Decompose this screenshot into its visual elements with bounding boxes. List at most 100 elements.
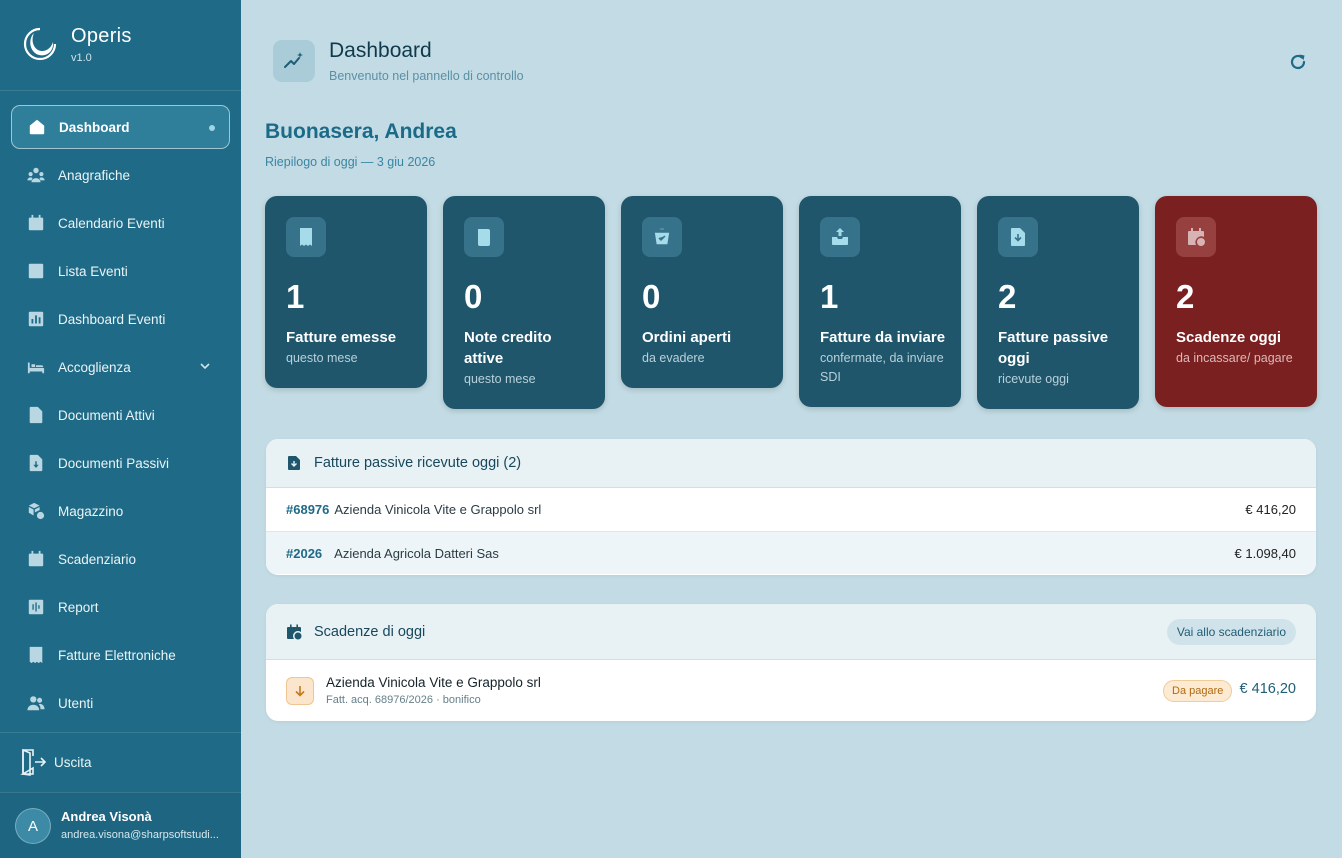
app-name: Operis [71,25,132,47]
card-label: Note credito attive [464,329,552,367]
table-row[interactable]: #68976 Azienda Vinicola Vite e Grappolo … [266,488,1316,531]
arrow-down-icon [286,677,314,705]
sidebar-item-report[interactable]: Report [11,585,230,629]
invoice-number: #68976 [286,502,330,517]
card-label: Fatture da inviare [820,329,946,346]
card-label: Fatture emesse [286,329,397,346]
users-icon [27,694,45,712]
card-value: 0 [464,278,483,315]
due-description: Fatt. acq. 68976/2026 · bonifico [326,694,481,706]
calendar-icon [27,214,45,232]
page-title: Dashboard [329,39,432,62]
bed-icon [27,358,45,376]
card-note-credito[interactable]: 0 Note credito attive questo mese [443,196,605,409]
chevron-down-icon[interactable] [198,359,212,373]
status-badge: Da pagare [1163,680,1233,702]
sidebar-item-magazzino[interactable]: Magazzino [11,489,230,533]
sidebar-item-label: Documenti Passivi [58,455,170,471]
card-value: 1 [286,278,305,315]
card-value: 2 [1176,278,1195,315]
due-today-panel: Scadenze di oggi Vai allo scadenziario A… [266,604,1316,721]
sidebar-item-calendario-eventi[interactable]: Calendario Eventi [11,201,230,245]
bar-chart-icon [27,310,45,328]
sidebar-item-label: Dashboard [59,119,130,135]
boxes-icon [27,502,45,520]
sidebar-item-dashboard[interactable]: Dashboard [11,105,230,149]
invoice-amount: € 416,20 [1245,502,1296,517]
supplier-name: Azienda Vinicola Vite e Grappolo srl [334,502,542,517]
user-email: andrea.visona@sharpsoftstudi... [61,829,219,841]
due-supplier-name: Azienda Vinicola Vite e Grappolo srl [326,675,541,690]
home-icon [28,118,46,136]
sidebar-divider [0,732,241,733]
table-row[interactable]: #2026 Azienda Agricola Datteri Sas € 1.0… [266,531,1316,574]
refresh-icon[interactable] [1287,51,1309,73]
people-icon [27,166,45,184]
sidebar-item-lista-eventi[interactable]: Lista Eventi [11,249,230,293]
panel-header: Fatture passive ricevute oggi (2) [266,439,1316,488]
card-sublabel: da incassare/ pagare [1176,351,1293,365]
sidebar-item-label: Scadenziario [58,551,137,567]
due-amount: € 416,20 [1239,681,1296,697]
logout-button[interactable]: Uscita [20,748,92,776]
calendar-clock-icon [287,624,302,639]
greeting-subtitle: Riepilogo di oggi — 3 giu 2026 [265,155,436,169]
receipt-icon [286,217,326,257]
sidebar-item-label: Lista Eventi [58,263,128,279]
shopping-basket-icon [642,217,682,257]
sidebar-item-label: Calendario Eventi [58,215,165,231]
operis-logo-icon [23,27,57,61]
panel-title: Scadenze di oggi [314,623,426,640]
user-profile[interactable]: A Andrea Visonà andrea.visona@sharpsofts… [0,792,241,858]
supplier-name: Azienda Agricola Datteri Sas [334,545,499,561]
sidebar-item-label: Anagrafiche [58,167,131,183]
sidebar-item-dashboard-eventi[interactable]: Dashboard Eventi [11,297,230,341]
avatar: A [15,808,51,844]
card-fatture-emesse[interactable]: 1 Fatture emesse questo mese [265,196,427,388]
page-header-icon [273,40,315,82]
card-scadenze-oggi[interactable]: 2 Scadenze oggi da incassare/ pagare [1155,196,1317,407]
sidebar-item-label: Accoglienza [58,359,131,375]
card-ordini-aperti[interactable]: 0 Ordini aperti da evadere [621,196,783,388]
sidebar-item-documenti-attivi[interactable]: Documenti Attivi [11,393,230,437]
card-fatture-da-inviare[interactable]: 1 Fatture da inviare confermate, da invi… [799,196,961,407]
list-item[interactable]: Azienda Vinicola Vite e Grappolo srl Fat… [266,660,1316,721]
trending-sparkle-icon [284,52,303,68]
card-label: Scadenze oggi [1176,329,1282,346]
sidebar-item-label: Dashboard Eventi [58,311,166,327]
logout-label: Uscita [54,754,92,770]
invoice-amount: € 1.098,40 [1234,545,1296,561]
card-sublabel: ricevute oggi [998,372,1069,386]
greeting-title: Buonasera, Andrea [265,120,457,143]
card-sublabel: questo mese [464,372,536,386]
receipt-icon [27,646,45,664]
sidebar-item-label: Documenti Attivi [58,407,155,423]
go-to-scadenziario-button[interactable]: Vai allo scadenziario [1166,619,1296,645]
sidebar-divider [0,90,241,91]
sidebar-item-accoglienza[interactable]: Accoglienza [11,345,230,389]
sidebar: Operis v1.0 Dashboard Anagrafiche Calend… [0,0,241,858]
sidebar-item-scadenziario[interactable]: Scadenziario [11,537,230,581]
calendar-clock-icon [1176,217,1216,257]
app-version: v1.0 [71,52,92,64]
invoice-number: #2026 [286,545,323,561]
card-label: Ordini aperti [642,329,732,346]
calendar-icon [27,550,45,568]
passive-invoices-panel: Fatture passive ricevute oggi (2) #68976… [266,439,1316,575]
document-download-icon [288,456,300,470]
sidebar-item-fatture-elettroniche[interactable]: Fatture Elettroniche [11,633,230,677]
card-value: 2 [998,278,1017,315]
credit-note-icon [464,217,504,257]
sidebar-item-label: Utenti [58,695,94,711]
logout-icon [20,748,46,776]
sidebar-item-utenti[interactable]: Utenti [11,681,230,725]
active-indicator [209,125,215,131]
send-icon [820,217,860,257]
card-sublabel: questo mese [286,351,358,365]
sidebar-item-anagrafiche[interactable]: Anagrafiche [11,153,230,197]
document-icon [27,406,45,424]
sidebar-item-documenti-passivi[interactable]: Documenti Passivi [11,441,230,485]
user-name: Andrea Visonà [61,809,152,824]
card-fatture-passive[interactable]: 2 Fatture passive oggi ricevute oggi [977,196,1139,409]
document-download-icon [998,217,1038,257]
